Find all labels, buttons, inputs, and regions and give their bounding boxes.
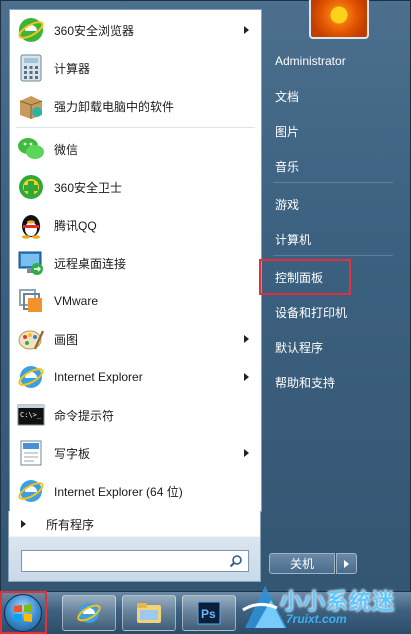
separator [273,182,393,183]
remote-desktop-icon [16,248,46,278]
wordpad-icon [16,438,46,468]
submenu-arrow-icon[interactable] [244,26,249,34]
separator [273,255,393,256]
chevron-right-icon [21,520,26,528]
documents-link[interactable]: 文档 [269,80,394,112]
program-label: 画图 [54,332,79,347]
program-label: 写字板 [54,446,91,461]
pictures-link[interactable]: 图片 [269,115,394,147]
taskbar-ie[interactable] [62,595,116,631]
help-support-link[interactable]: 帮助和支持 [269,366,394,398]
program-item[interactable]: 写字板 [10,434,261,472]
submenu-arrow-icon[interactable] [244,449,249,457]
user-administrator[interactable]: Administrator [269,45,394,77]
search-icon [229,555,242,568]
watermark-url: 7ruixt.com [286,612,347,626]
360-browser-icon [16,15,46,45]
submenu-arrow-icon[interactable] [244,373,249,381]
program-label: 360安全卫士 [54,180,123,195]
program-list: 360安全浏览器 计算器强力卸载电脑中的软件 微信 360安全卫士 腾讯QQ 远程桌面连接… [9,9,262,512]
program-label: 360安全浏览器 [54,23,135,38]
svg-text:C:\>_: C:\>_ [20,411,42,419]
computer-link[interactable]: 计算机 [269,223,394,255]
ie-icon [16,476,46,506]
wechat-icon [16,134,46,164]
start-menu: 360安全浏览器 计算器强力卸载电脑中的软件 微信 360安全卫士 腾讯QQ 远程桌面连接… [0,0,411,592]
program-item[interactable]: VMware [10,282,261,320]
program-item[interactable]: 强力卸载电脑中的软件 [10,87,261,125]
shutdown-options-button[interactable] [336,553,357,574]
devices-printers-link[interactable]: 设备和打印机 [269,296,394,328]
folder-icon [137,603,161,623]
program-label: 微信 [54,142,79,157]
music-link[interactable]: 音乐 [269,150,394,182]
photoshop-icon: Ps [197,601,221,625]
program-label: 命令提示符 [54,408,115,423]
program-item[interactable]: 微信 [10,130,261,168]
search-area: 所有程序 [8,511,261,582]
program-item[interactable]: 画图 [10,320,261,358]
paint-icon [16,324,46,354]
program-item[interactable]: 腾讯QQ [10,206,261,244]
calculator-icon [16,53,46,83]
360-guard-icon [16,172,46,202]
program-item[interactable]: C:\>_ 命令提示符 [10,396,261,434]
vmware-icon [16,286,46,316]
program-label: VMware [54,294,99,308]
cmd-icon: C:\>_ [16,400,46,430]
program-item[interactable]: Internet Explorer (64 位) [10,472,261,510]
program-item[interactable]: 360安全卫士 [10,168,261,206]
control-panel-highlight [259,259,351,295]
separator [16,127,255,128]
program-label: 计算器 [54,61,91,76]
ie-icon [16,362,46,392]
program-item[interactable]: 远程桌面连接 [10,244,261,282]
program-label: 腾讯QQ [54,218,97,233]
shutdown-label: 关机 [289,557,314,571]
start-button-highlight [0,591,47,634]
program-label: Internet Explorer (64 位) [54,484,183,499]
program-label: 强力卸载电脑中的软件 [54,99,175,114]
program-label: 远程桌面连接 [54,256,127,271]
shutdown-button[interactable]: 关机 [269,553,335,574]
all-programs-button[interactable]: 所有程序 [9,511,260,537]
submenu-arrow-icon[interactable] [244,335,249,343]
svg-text:Ps: Ps [201,607,216,621]
program-item[interactable]: 计算器 [10,49,261,87]
ie-icon [77,603,101,623]
taskbar-explorer[interactable] [122,595,176,631]
chevron-right-icon [344,560,349,568]
games-link[interactable]: 游戏 [269,188,394,220]
program-label: Internet Explorer [54,370,143,384]
all-programs-label: 所有程序 [46,517,95,532]
uninstall-box-icon [16,91,46,121]
qq-penguin-icon [16,210,46,240]
program-item[interactable]: 360安全浏览器 [10,11,261,49]
default-programs-link[interactable]: 默认程序 [269,331,394,363]
program-item[interactable]: Internet Explorer [10,358,261,396]
search-input[interactable] [21,550,249,572]
user-picture[interactable] [309,0,369,39]
